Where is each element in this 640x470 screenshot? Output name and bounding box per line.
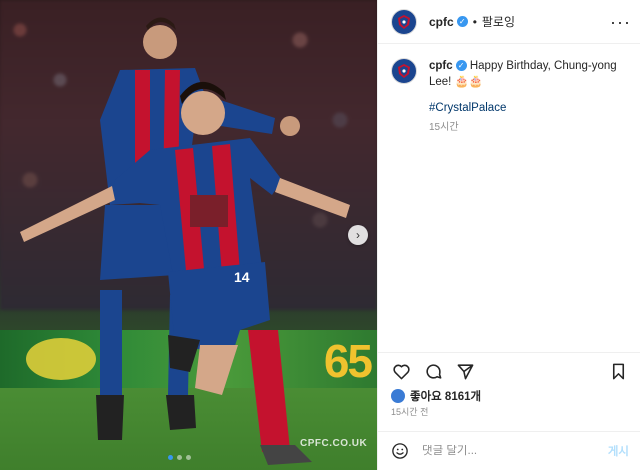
carousel-dot: [186, 455, 191, 460]
hashtag-link[interactable]: #CrystalPalace: [429, 100, 631, 116]
players-illustration: 14: [20, 17, 350, 465]
post-header: cpfc ✓ • 팔로잉 ···: [378, 0, 640, 44]
posted-time: 15시간 전: [391, 407, 429, 417]
caption: cpfc ✓ Happy Birthday, Chung-yong Lee! 🎂🎂…: [391, 58, 631, 136]
crest-logo-icon: [398, 64, 410, 78]
likes-label[interactable]: 좋아요 8161개: [410, 388, 481, 404]
carousel-dot: [177, 455, 182, 460]
comment-input[interactable]: [422, 445, 582, 457]
verified-badge-icon: ✓: [455, 60, 467, 72]
likes-count[interactable]: 좋아요 8161개: [391, 388, 481, 404]
caption-username[interactable]: cpfc: [429, 60, 453, 72]
bookmark-icon[interactable]: [607, 361, 629, 383]
svg-text:14: 14: [234, 269, 250, 285]
photo-watermark: CPFC.CO.UK: [300, 438, 368, 449]
avatar: [391, 389, 405, 403]
heart-icon[interactable]: [390, 361, 412, 383]
post-sidebar: cpfc ✓ • 팔로잉 ··· cpfc ✓ Happy Birthday, C…: [377, 0, 640, 470]
action-bar: [378, 352, 640, 390]
post-photo[interactable]: 65 14 › CPFC.CO.UK: [0, 0, 377, 470]
username-link[interactable]: cpfc: [429, 15, 454, 29]
carousel-indicator: [168, 455, 191, 460]
post-comment-button[interactable]: 게시: [608, 443, 629, 459]
carousel-dot: [168, 455, 173, 460]
comment-box: 게시: [378, 431, 640, 470]
chevron-right-icon: ›: [356, 228, 360, 242]
caption-body: cpfc ✓ Happy Birthday, Chung-yong Lee! 🎂🎂…: [429, 58, 631, 136]
verified-badge-icon: ✓: [456, 16, 468, 27]
following-button[interactable]: 팔로잉: [482, 13, 515, 30]
comment-icon[interactable]: [422, 361, 444, 383]
caption-time: 15시간: [429, 122, 459, 133]
crest-logo-icon: [398, 14, 410, 29]
emoji-icon[interactable]: [390, 441, 410, 461]
separator: •: [472, 14, 477, 29]
avatar[interactable]: [391, 8, 417, 35]
more-horizontal-icon[interactable]: ···: [610, 13, 631, 31]
avatar[interactable]: [391, 58, 417, 84]
share-icon[interactable]: [454, 361, 476, 383]
carousel-next-button[interactable]: ›: [348, 225, 368, 245]
